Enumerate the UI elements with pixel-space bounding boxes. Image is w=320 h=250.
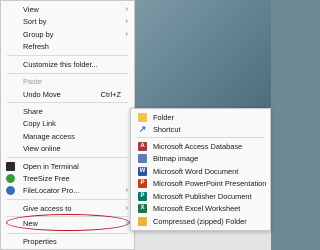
submenu-item-excel[interactable]: X Microsoft Excel Worksheet [131,203,270,214]
menu-item-label: Undo Move [23,90,61,99]
submenu-item-label: Microsoft PowerPoint Presentation [153,179,267,188]
menu-item-label: Sort by [23,17,47,26]
menu-item-label: Give access to [23,204,72,213]
menu-item-treesize[interactable]: TreeSize Free [1,173,134,184]
menu-item-share[interactable]: Share [1,106,134,117]
zip-folder-icon [138,217,147,226]
powerpoint-icon: P [138,179,147,188]
menu-item-label: Manage access [23,132,75,141]
submenu-item-label: Microsoft Access Database [153,142,243,151]
menu-item-label: Open in Terminal [23,162,79,171]
menu-item-group-by[interactable]: Group by › [1,29,134,40]
submenu-item-folder[interactable]: Folder [131,112,270,123]
menu-item-label: FileLocator Pro... [23,186,80,195]
desktop-background-lower [135,231,271,250]
menu-item-open-terminal[interactable]: Open in Terminal [1,161,134,172]
shortcut-text: Ctrl+Z [100,90,121,99]
chevron-right-icon: › [125,18,128,25]
menu-item-customize-folder[interactable]: Customize this folder... [1,59,134,70]
chevron-right-icon: › [125,205,128,212]
publisher-icon: P [138,192,147,201]
menu-item-filelocator[interactable]: FileLocator Pro... › [1,185,134,196]
submenu-item-label: Folder [153,113,174,122]
shortcut-icon: ↗ [138,124,147,134]
menu-divider [7,102,128,103]
menu-item-label: Refresh [23,42,49,51]
excel-icon: X [138,204,147,213]
menu-item-manage-access[interactable]: Manage access [1,131,134,142]
chevron-right-icon: › [125,6,128,13]
menu-item-label: Share [23,107,43,116]
submenu-item-label: Microsoft Excel Worksheet [153,204,241,213]
context-menu: View › Sort by › Group by › Refresh Cust… [0,0,135,250]
menu-item-view[interactable]: View › [1,4,134,15]
menu-divider [7,73,128,74]
submenu-item-shortcut[interactable]: ↗ Shortcut [131,124,270,135]
menu-item-properties[interactable]: Properties [1,236,134,247]
filelocator-icon [6,186,15,195]
submenu-item-zip-folder[interactable]: Compressed (zipped) Folder [131,216,270,227]
submenu-item-access-database[interactable]: A Microsoft Access Database [131,141,270,152]
menu-item-label: TreeSize Free [23,174,70,183]
submenu-item-powerpoint[interactable]: P Microsoft PowerPoint Presentation [131,178,270,189]
menu-item-copy-link[interactable]: Copy Link [1,118,134,129]
menu-divider [7,233,128,234]
bitmap-icon [138,154,147,163]
treesize-icon [6,174,15,183]
highlight-oval [6,214,130,231]
submenu-item-label: Microsoft Word Document [153,167,239,176]
menu-item-view-online[interactable]: View online [1,143,134,154]
folder-icon [138,113,147,122]
submenu-item-bitmap[interactable]: Bitmap image [131,153,270,164]
menu-item-label: Group by [23,30,54,39]
menu-divider [7,55,128,56]
new-submenu: Folder ↗ Shortcut A Microsoft Access Dat… [130,108,271,231]
menu-item-label: Copy Link [23,119,56,128]
submenu-item-publisher[interactable]: P Microsoft Publisher Document [131,191,270,202]
menu-item-label: Paste [23,77,42,86]
submenu-item-label: Microsoft Publisher Document [153,192,252,201]
submenu-item-label: Compressed (zipped) Folder [153,217,247,226]
menu-divider [137,137,264,138]
submenu-item-label: Bitmap image [153,154,199,163]
chevron-right-icon: › [125,187,128,194]
menu-item-label: View [23,5,39,14]
menu-divider [7,157,128,158]
word-icon: W [138,167,147,176]
menu-item-refresh[interactable]: Refresh [1,41,134,52]
submenu-item-label: Shortcut [153,125,181,134]
menu-item-paste: Paste [1,76,134,87]
chevron-right-icon: › [125,31,128,38]
menu-item-label: Customize this folder... [23,60,98,69]
access-icon: A [138,142,147,151]
submenu-item-word-document[interactable]: W Microsoft Word Document [131,166,270,177]
menu-item-undo-move[interactable]: Undo Move Ctrl+Z [1,89,134,100]
desktop-background [135,0,271,108]
menu-item-give-access[interactable]: Give access to › [1,203,134,214]
terminal-icon [6,162,15,171]
menu-item-label: View online [23,144,61,153]
menu-item-label: Properties [23,237,57,246]
menu-divider [7,199,128,200]
menu-item-sort-by[interactable]: Sort by › [1,16,134,27]
